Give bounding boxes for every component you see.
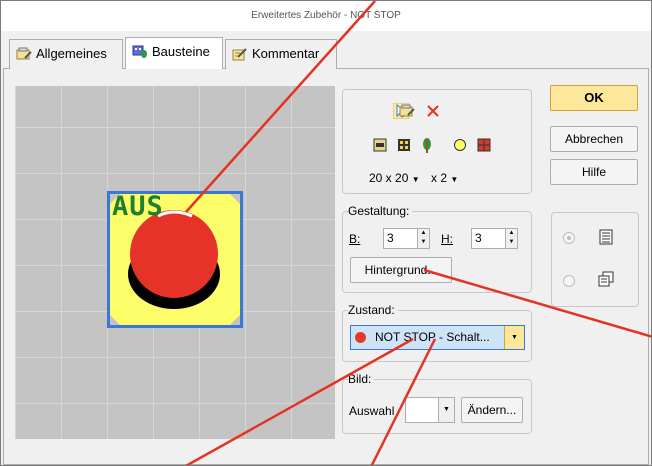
status-dot-icon (355, 332, 366, 343)
stepper-arrows[interactable]: ▲ ▼ (505, 229, 517, 248)
signal-block-icon[interactable] (373, 138, 387, 152)
window-title: Erweitertes Zubehör - NOT STOP (251, 10, 401, 21)
copy-view-icon (598, 271, 614, 287)
dialog-window: Erweitertes Zubehör - NOT STOP Allgemein… (0, 0, 652, 466)
tab-label: Bausteine (152, 44, 210, 59)
view-option-radio-1[interactable] (563, 232, 575, 244)
tab-kommentar[interactable]: Kommentar (225, 39, 337, 69)
chevron-down-icon[interactable]: ▼ (504, 326, 524, 349)
grid-block-icon[interactable] (397, 138, 411, 152)
width-label: B: (349, 232, 361, 246)
ok-button[interactable]: OK (550, 85, 638, 111)
height-label: H: (441, 232, 453, 246)
title-bar: Erweitertes Zubehör - NOT STOP (1, 1, 651, 31)
circle-block-icon[interactable] (453, 138, 467, 152)
delete-icon[interactable] (426, 104, 440, 118)
zoom-select[interactable]: x 2 ▼ (431, 171, 458, 185)
blocks-icon (132, 45, 147, 58)
change-image-button[interactable]: Ändern... (461, 397, 523, 423)
tab-bausteine[interactable]: Bausteine (125, 37, 223, 69)
tab-label: Kommentar (252, 46, 320, 61)
tab-label: Allgemeines (36, 46, 107, 61)
chevron-down-icon: ▼ (450, 175, 459, 184)
image-select[interactable]: ▼ (405, 397, 455, 423)
gestaltung-label: Gestaltung: (348, 204, 413, 218)
properties-icon[interactable] (399, 104, 415, 118)
cancel-button[interactable]: Abbrechen (550, 126, 638, 152)
background-button[interactable]: Hintergrund... (350, 257, 452, 283)
height-value: 3 (475, 231, 482, 245)
aus-label: AUS (112, 191, 164, 222)
size-select[interactable]: 20 x 20 ▼ (369, 171, 420, 185)
auswahl-label: Auswahl (349, 404, 395, 418)
list-view-icon (599, 229, 613, 245)
bild-label: Bild: (348, 372, 375, 386)
zustand-label: Zustand: (348, 303, 398, 317)
size-select-value: 20 x 20 (369, 171, 409, 185)
red-grid-block-icon[interactable] (477, 138, 491, 152)
state-dropdown[interactable]: NOT STOP - Schalt... ▼ (350, 325, 525, 350)
tree-block-icon[interactable] (421, 137, 433, 153)
width-stepper[interactable]: 3 ▲ ▼ (383, 228, 430, 249)
width-value: 3 (387, 231, 394, 245)
chevron-down-icon: ▼ (411, 175, 420, 184)
state-value: NOT STOP - Schalt... (375, 330, 490, 344)
comment-icon (232, 48, 247, 61)
zoom-select-value: x 2 (431, 171, 448, 185)
help-button[interactable]: Hilfe (550, 159, 638, 185)
stepper-arrows[interactable]: ▲ ▼ (417, 229, 429, 248)
view-option-radio-2[interactable] (563, 275, 575, 287)
chevron-down-icon[interactable]: ▼ (438, 398, 454, 422)
height-stepper[interactable]: 3 ▲ ▼ (471, 228, 518, 249)
tab-allgemeines[interactable]: Allgemeines (9, 39, 123, 69)
radio-dot (567, 236, 571, 240)
properties-icon (16, 47, 32, 60)
view-options-panel (551, 212, 639, 307)
tab-strip: Allgemeines Bausteine Kommentar (1, 37, 651, 69)
